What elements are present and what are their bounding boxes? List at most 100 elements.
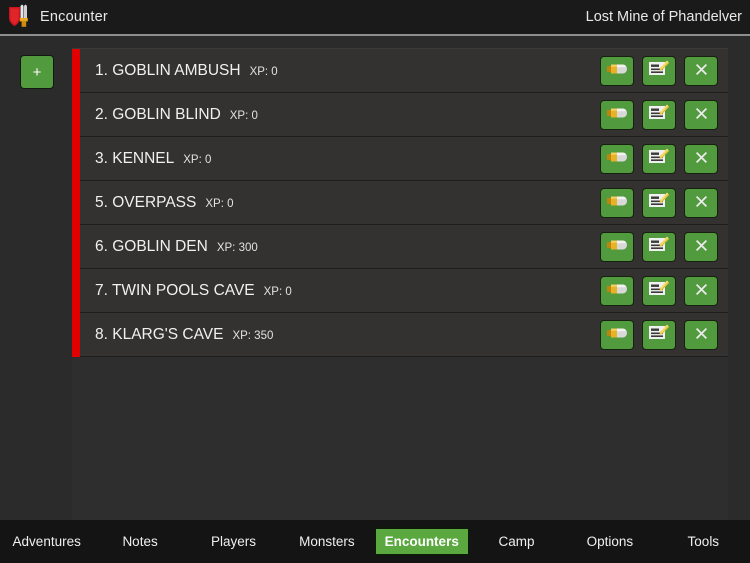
note-edit-icon bbox=[648, 147, 670, 172]
encounter-name: 3. KENNEL bbox=[95, 149, 175, 167]
main-content: + 1. GOBLIN AMBUSH XP: 0 2. GOBLIN BLIND XP… bbox=[0, 36, 750, 522]
tab-label: Notes bbox=[122, 534, 158, 549]
bullet-icon bbox=[606, 237, 628, 258]
tab-tools[interactable]: Tools bbox=[657, 520, 750, 563]
row-status-marker bbox=[72, 49, 80, 93]
row-status-marker bbox=[72, 93, 80, 137]
edit-encounter-button[interactable] bbox=[642, 56, 676, 86]
encounter-name: 7. TWIN POOLS CAVE bbox=[95, 281, 255, 299]
table-row[interactable]: 7. TWIN POOLS CAVE XP: 0 bbox=[72, 269, 728, 313]
tab-label: Encounters bbox=[373, 527, 470, 556]
run-encounter-button[interactable] bbox=[600, 320, 634, 350]
close-x-icon bbox=[695, 151, 708, 167]
table-row[interactable]: 8. KLARG'S CAVE XP: 350 bbox=[72, 313, 728, 357]
bullet-icon bbox=[606, 193, 628, 214]
tab-label: Camp bbox=[498, 534, 535, 549]
bullet-icon bbox=[606, 281, 628, 302]
delete-encounter-button[interactable] bbox=[684, 144, 718, 174]
row-actions bbox=[600, 313, 718, 357]
run-encounter-button[interactable] bbox=[600, 100, 634, 130]
delete-encounter-button[interactable] bbox=[684, 56, 718, 86]
encounter-list-panel[interactable]: 1. GOBLIN AMBUSH XP: 0 2. GOBLIN BLIND XP: … bbox=[72, 48, 728, 522]
tab-monsters[interactable]: Monsters bbox=[280, 520, 373, 563]
tab-players[interactable]: Players bbox=[187, 520, 280, 563]
adventure-title: Lost Mine of Phandelver bbox=[585, 9, 742, 25]
bottom-tab-bar: Adventures Notes Players Monsters Encounters… bbox=[0, 520, 750, 563]
tab-label: Players bbox=[210, 534, 256, 549]
row-actions bbox=[600, 137, 718, 181]
delete-encounter-button[interactable] bbox=[684, 232, 718, 262]
tab-camp[interactable]: Camp bbox=[470, 520, 563, 563]
delete-encounter-button[interactable] bbox=[684, 100, 718, 130]
row-status-marker bbox=[72, 137, 80, 181]
tab-label: Options bbox=[586, 534, 634, 549]
run-encounter-button[interactable] bbox=[600, 188, 634, 218]
note-edit-icon bbox=[648, 323, 670, 348]
close-x-icon bbox=[695, 195, 708, 211]
plus-icon: + bbox=[32, 63, 42, 81]
encounter-name: 2. GOBLIN BLIND bbox=[95, 105, 221, 123]
delete-encounter-button[interactable] bbox=[684, 276, 718, 306]
tab-adventures[interactable]: Adventures bbox=[0, 520, 93, 563]
bullet-icon bbox=[606, 105, 628, 126]
encounter-xp: XP: 0 bbox=[183, 153, 212, 166]
edit-encounter-button[interactable] bbox=[642, 276, 676, 306]
close-x-icon bbox=[695, 239, 708, 255]
delete-encounter-button[interactable] bbox=[684, 320, 718, 350]
note-edit-icon bbox=[648, 235, 670, 260]
close-x-icon bbox=[695, 107, 708, 123]
add-encounter-button[interactable]: + bbox=[20, 55, 54, 89]
edit-encounter-button[interactable] bbox=[642, 188, 676, 218]
encounter-name: 8. KLARG'S CAVE bbox=[95, 325, 224, 343]
table-row[interactable]: 5. OVERPASS XP: 0 bbox=[72, 181, 728, 225]
edit-encounter-button[interactable] bbox=[642, 144, 676, 174]
note-edit-icon bbox=[648, 59, 670, 84]
run-encounter-button[interactable] bbox=[600, 56, 634, 86]
tab-notes[interactable]: Notes bbox=[93, 520, 186, 563]
shield-sword-icon bbox=[6, 4, 32, 30]
tab-options[interactable]: Options bbox=[563, 520, 656, 563]
add-button-column: + bbox=[0, 36, 72, 520]
edit-encounter-button[interactable] bbox=[642, 320, 676, 350]
table-row[interactable]: 1. GOBLIN AMBUSH XP: 0 bbox=[72, 49, 728, 93]
note-edit-icon bbox=[648, 279, 670, 304]
note-edit-icon bbox=[648, 191, 670, 216]
tab-label: Tools bbox=[687, 534, 720, 549]
run-encounter-button[interactable] bbox=[600, 232, 634, 262]
row-actions bbox=[600, 93, 718, 137]
row-actions bbox=[600, 181, 718, 225]
encounter-name: 5. OVERPASS bbox=[95, 193, 197, 211]
encounter-name: 1. GOBLIN AMBUSH bbox=[95, 61, 241, 79]
encounter-name: 6. GOBLIN DEN bbox=[95, 237, 208, 255]
note-edit-icon bbox=[648, 103, 670, 128]
encounter-xp: XP: 0 bbox=[205, 197, 234, 210]
encounter-xp: XP: 0 bbox=[249, 65, 278, 78]
app-title: Encounter bbox=[40, 9, 108, 25]
row-status-marker bbox=[72, 181, 80, 225]
bullet-icon bbox=[606, 61, 628, 82]
tab-label: Monsters bbox=[299, 534, 355, 549]
row-actions bbox=[600, 269, 718, 313]
delete-encounter-button[interactable] bbox=[684, 188, 718, 218]
row-status-marker bbox=[72, 313, 80, 357]
table-row[interactable]: 2. GOBLIN BLIND XP: 0 bbox=[72, 93, 728, 137]
close-x-icon bbox=[695, 63, 708, 79]
row-status-marker bbox=[72, 225, 80, 269]
bullet-icon bbox=[606, 325, 628, 346]
encounter-xp: XP: 300 bbox=[216, 241, 258, 254]
close-x-icon bbox=[695, 283, 708, 299]
close-x-icon bbox=[695, 327, 708, 343]
table-row[interactable]: 3. KENNEL XP: 0 bbox=[72, 137, 728, 181]
edit-encounter-button[interactable] bbox=[642, 232, 676, 262]
tab-encounters[interactable]: Encounters bbox=[373, 520, 470, 563]
edit-encounter-button[interactable] bbox=[642, 100, 676, 130]
encounter-xp: XP: 350 bbox=[232, 329, 274, 342]
run-encounter-button[interactable] bbox=[600, 276, 634, 306]
row-actions bbox=[600, 49, 718, 93]
encounter-xp: XP: 0 bbox=[263, 285, 292, 298]
table-row[interactable]: 6. GOBLIN DEN XP: 300 bbox=[72, 225, 728, 269]
title-bar: Encounter Lost Mine of Phandelver bbox=[0, 0, 750, 34]
encounter-xp: XP: 0 bbox=[229, 109, 258, 122]
row-status-marker bbox=[72, 269, 80, 313]
run-encounter-button[interactable] bbox=[600, 144, 634, 174]
